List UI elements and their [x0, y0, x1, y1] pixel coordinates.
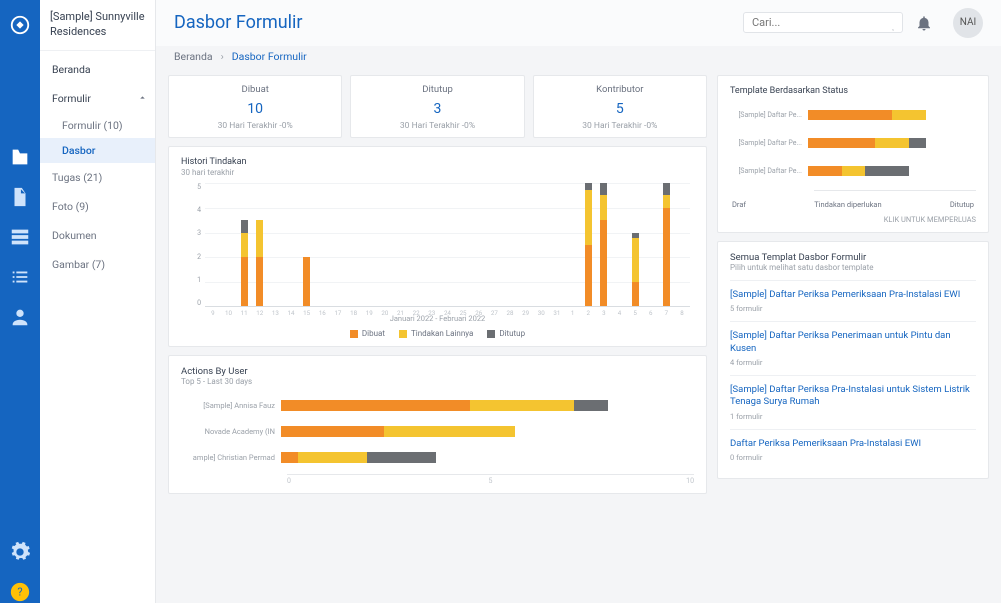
- template-status-card: Template Berdasarkan Status [Sample] Daf…: [717, 75, 989, 233]
- template-list-item[interactable]: [Sample] Daftar Periksa Pemeriksaan Pra-…: [730, 280, 976, 321]
- kpi-card[interactable]: Kontributor 5 30 Hari Terakhir -0%: [533, 75, 707, 138]
- template-list-item[interactable]: Daftar Periksa Pemeriksaan Pra-Instalasi…: [730, 429, 976, 470]
- sidebar: [Sample] Sunnyville Residences Beranda F…: [40, 0, 156, 603]
- sidebar-item-dokumen[interactable]: Dokumen: [40, 221, 155, 250]
- sidebar-item-foto[interactable]: Foto (9): [40, 192, 155, 221]
- rail-people-icon[interactable]: [9, 306, 31, 328]
- search-input-wrap[interactable]: [743, 12, 903, 33]
- rail-documents-icon[interactable]: [9, 186, 31, 208]
- page-title: Dasbor Formulir: [174, 12, 731, 33]
- sidebar-sub-formulir-count[interactable]: Formulir (10): [40, 113, 155, 138]
- rail-settings-icon[interactable]: [9, 541, 31, 563]
- breadcrumb-home[interactable]: Beranda: [174, 50, 213, 63]
- actions-by-user-card: Actions By User Top 5 - Last 30 days [Sa…: [168, 355, 707, 494]
- main: Dasbor Formulir NAI Beranda › Dasbor For…: [156, 0, 1001, 603]
- avatar[interactable]: NAI: [953, 8, 983, 38]
- breadcrumb: Beranda › Dasbor Formulir: [156, 46, 1001, 71]
- project-name: [Sample] Sunnyville Residences: [40, 0, 155, 51]
- sidebar-sub-dasbor[interactable]: Dasbor: [40, 138, 155, 163]
- sidebar-item-gambar[interactable]: Gambar (7): [40, 250, 155, 279]
- kpi-card[interactable]: Ditutup 3 30 Hari Terakhir -0%: [350, 75, 524, 138]
- rail-list-icon[interactable]: [9, 266, 31, 288]
- svg-text:?: ?: [17, 586, 22, 599]
- rail-tables-icon[interactable]: [9, 226, 31, 248]
- chevron-right-icon: ›: [221, 50, 224, 63]
- bell-icon[interactable]: [915, 14, 933, 32]
- template-list-card: Semua Templat Dasbor Formulir Pilih untu…: [717, 241, 989, 479]
- expand-link[interactable]: KLIK UNTUK MEMPERLUAS: [730, 215, 976, 224]
- icon-rail: ?: [0, 0, 40, 603]
- histori-legend: Dibuat Tindakan Lainnya Ditutup: [181, 329, 694, 338]
- rail-projects-icon[interactable]: [9, 146, 31, 168]
- sidebar-item-beranda[interactable]: Beranda: [40, 55, 155, 84]
- template-list-item[interactable]: [Sample] Daftar Periksa Penerimaan untuk…: [730, 321, 976, 375]
- logo-icon: [9, 14, 31, 40]
- sidebar-item-formulir[interactable]: Formulir: [40, 84, 155, 113]
- template-list-item[interactable]: [Sample] Daftar Periksa Pra-Instalasi un…: [730, 375, 976, 429]
- rail-help-icon[interactable]: ?: [9, 581, 31, 603]
- template-status-legend: Draf Tindakan diperlukan Ditutup: [730, 200, 976, 209]
- sidebar-item-tugas[interactable]: Tugas (21): [40, 163, 155, 192]
- topbar: Dasbor Formulir NAI: [156, 0, 1001, 46]
- kpi-row: Dibuat 10 30 Hari Terakhir -0% Ditutup 3…: [168, 75, 707, 138]
- histori-card: Histori Tindakan 30 hari terakhir 543210…: [168, 146, 707, 347]
- kpi-card[interactable]: Dibuat 10 30 Hari Terakhir -0%: [168, 75, 342, 138]
- histori-chart: 543210 910111213141516171819202122232425…: [181, 183, 694, 323]
- breadcrumb-current: Dasbor Formulir: [232, 50, 307, 63]
- search-input[interactable]: [752, 16, 892, 29]
- chevron-up-icon: [138, 92, 147, 105]
- search-icon: [892, 16, 894, 29]
